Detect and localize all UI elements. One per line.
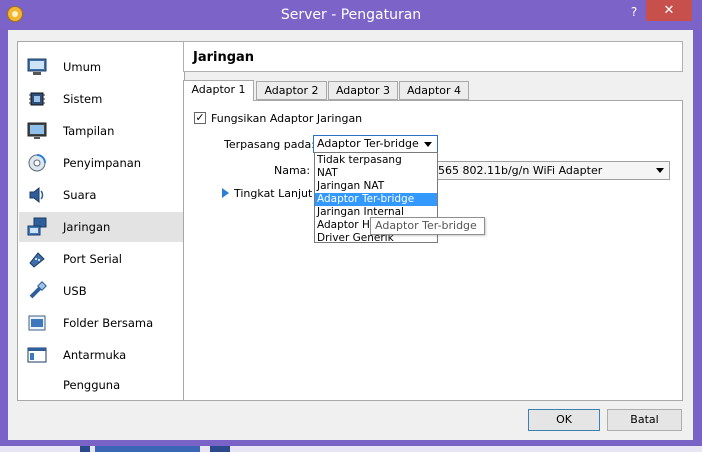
sidebar-item-label: Port Serial [63, 252, 122, 266]
dropdown-option-selected[interactable]: Adaptor Ter-bridge [315, 193, 437, 206]
advanced-toggle[interactable]: Tingkat Lanjut [234, 187, 312, 200]
dropdown-option[interactable]: Jaringan NAT [315, 180, 437, 193]
disk-icon [28, 154, 46, 172]
attached-to-select[interactable]: Adaptor Ter-bridge [313, 135, 438, 153]
display-icon [27, 122, 47, 139]
attached-to-label: Terpasang pada: [224, 138, 315, 151]
enable-adapter-label: Fungsikan Adaptor Jaringan [211, 112, 363, 125]
tab-adaptor-4[interactable]: Adaptor 4 [399, 81, 469, 100]
taskbar-item [210, 446, 230, 452]
chip-icon [29, 92, 45, 106]
taskbar-item [80, 446, 90, 452]
sidebar-item-label: Penyimpanan [63, 156, 142, 170]
settings-window: Server - Pengaturan ? ✕ Umum Sistem Tamp… [0, 0, 702, 446]
speaker-icon [29, 186, 44, 204]
enable-adapter-checkbox[interactable]: ✓ [194, 112, 206, 124]
sidebar-item-label: Sistem [63, 92, 103, 106]
dropdown-option[interactable]: NAT [315, 167, 437, 180]
taskbar-strip [0, 446, 702, 452]
attached-to-value: Adaptor Ter-bridge [317, 137, 419, 150]
adapter-name-value: 565 802.11b/g/n WiFi Adapter [438, 164, 603, 177]
sidebar-item-label: Suara [63, 188, 97, 202]
usb-icon [29, 281, 47, 299]
sidebar-item-folder-bersama[interactable]: Folder Bersama [19, 308, 183, 338]
chevron-down-icon [424, 142, 432, 147]
sidebar-item-usb[interactable]: USB [19, 276, 183, 306]
sidebar-item-tampilan[interactable]: Tampilan [19, 116, 183, 146]
sidebar-item-sistem[interactable]: Sistem [19, 84, 183, 114]
adapter-name-label: Nama: [274, 164, 311, 177]
sidebar-item-umum[interactable]: Umum [19, 52, 183, 82]
sidebar-item-label: Tampilan [63, 124, 115, 138]
tab-adaptor-3[interactable]: Adaptor 3 [328, 81, 398, 100]
taskbar-item [95, 446, 200, 452]
sidebar-item-port-serial[interactable]: Port Serial [19, 244, 183, 274]
sidebar-item-label: Folder Bersama [63, 316, 154, 330]
sidebar-item-penyimpanan[interactable]: Penyimpanan [19, 148, 183, 178]
sidebar-item-antarmuka-pengguna[interactable]: Antarmuka Pengguna [19, 340, 183, 392]
sidebar-item-label: Jaringan [63, 220, 111, 234]
title-bar[interactable]: Server - Pengaturan ? ✕ [0, 0, 702, 30]
sidebar-item-suara[interactable]: Suara [19, 180, 183, 210]
tab-adaptor-2[interactable]: Adaptor 2 [256, 81, 327, 100]
help-button[interactable]: ? [626, 2, 642, 22]
monitor-icon [27, 58, 47, 75]
ok-button[interactable]: OK [528, 409, 600, 431]
window-title: Server - Pengaturan [280, 7, 422, 23]
chevron-down-icon [656, 168, 664, 173]
dropdown-option[interactable]: Tidak terpasang [315, 154, 437, 167]
expand-triangle-icon[interactable] [222, 188, 229, 198]
serial-port-icon [29, 252, 45, 268]
sidebar-item-label: Antarmuka Pengguna [63, 348, 127, 392]
sidebar-item-label: Umum [63, 60, 102, 74]
folder-icon [28, 315, 46, 331]
network-icon [27, 217, 47, 236]
close-button[interactable]: ✕ [646, 0, 692, 21]
sidebar-item-jaringan[interactable]: Jaringan [19, 212, 183, 242]
tab-adaptor-1[interactable]: Adaptor 1 [183, 80, 254, 101]
page-title: Jaringan [193, 50, 255, 65]
ui-window-icon [27, 347, 47, 363]
option-tooltip: Adaptor Ter-bridge [370, 217, 485, 235]
page-header: Jaringan [183, 41, 683, 72]
settings-sidebar: Umum Sistem Tampilan Penyimpanan Suara J… [17, 41, 185, 401]
cancel-button[interactable]: Batal [607, 409, 682, 431]
sidebar-item-label: USB [63, 284, 87, 298]
